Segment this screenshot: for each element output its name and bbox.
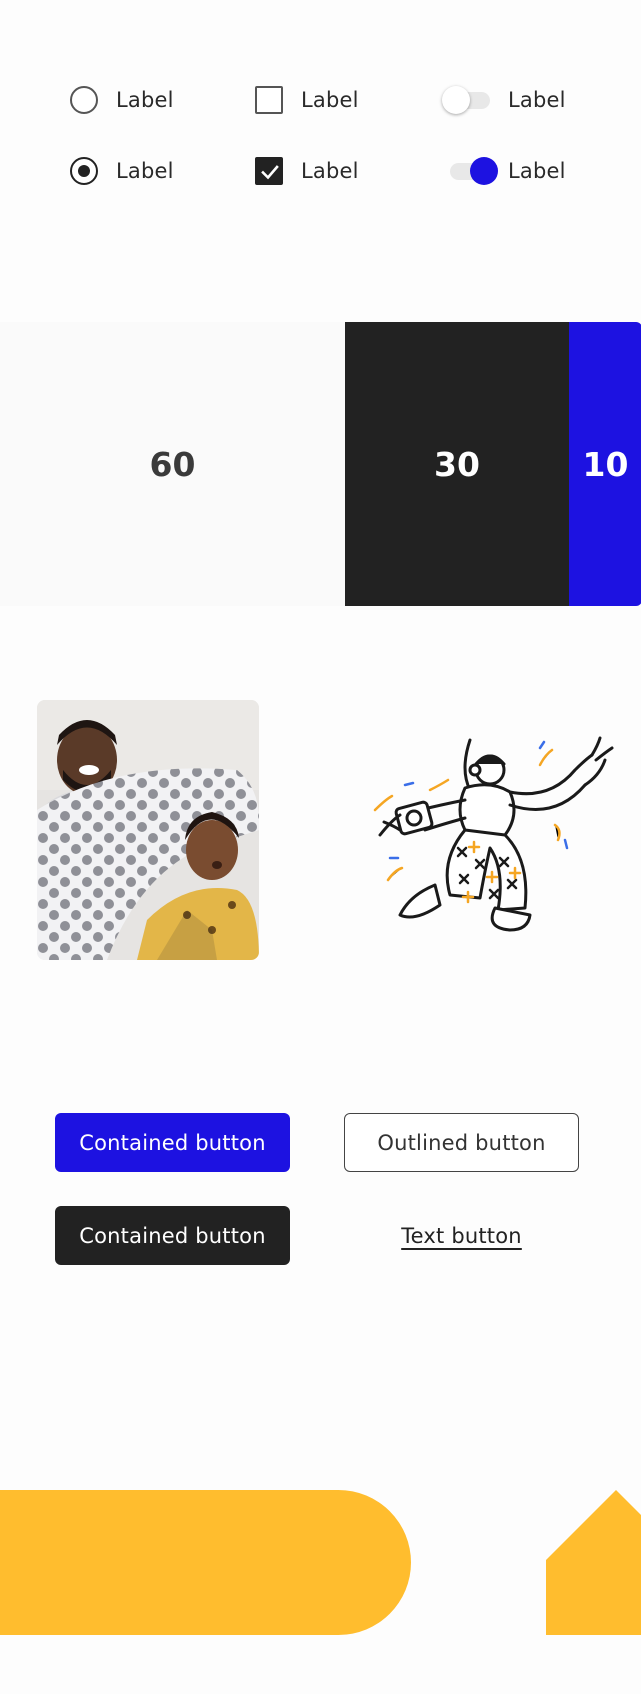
checkbox-unchecked[interactable]: Label: [255, 85, 359, 115]
radio-on-icon[interactable]: [70, 157, 98, 185]
toggle-on[interactable]: Label: [446, 156, 566, 186]
ratio-accent-block: 10: [569, 322, 641, 606]
radio-off-icon[interactable]: [70, 86, 98, 114]
ratio-primary-block: 60: [0, 322, 345, 606]
toggle-off-switch[interactable]: [442, 86, 494, 114]
checkmark-icon: [261, 165, 279, 180]
ratio-secondary-value: 30: [434, 444, 480, 484]
checkbox-off-label: Label: [301, 88, 359, 112]
text-button[interactable]: Text button: [344, 1206, 579, 1265]
ratio-accent-value: 10: [582, 444, 629, 484]
checkbox-on-label: Label: [301, 159, 359, 183]
toggle-off[interactable]: Label: [442, 85, 566, 115]
checkbox-on-icon[interactable]: [255, 157, 283, 185]
toggle-on-switch[interactable]: [446, 157, 498, 185]
radio-unselected[interactable]: Label: [70, 85, 174, 115]
toggle-off-label: Label: [508, 88, 566, 112]
illustration-image: [373, 736, 614, 932]
checkbox-off-icon[interactable]: [255, 86, 283, 114]
yellow-house-shape: [546, 1490, 641, 1635]
radio-off-label: Label: [116, 88, 174, 112]
ratio-secondary-block: 30: [345, 322, 569, 606]
dancing-person-illustration: [370, 730, 620, 940]
yellow-pill-shape: [0, 1490, 411, 1635]
photo-image: [37, 700, 259, 960]
contained-primary-button[interactable]: Contained button: [55, 1113, 290, 1172]
family-photo: [37, 700, 259, 960]
radio-selected[interactable]: Label: [70, 156, 174, 186]
toggle-on-label: Label: [508, 159, 566, 183]
checkbox-checked[interactable]: Label: [255, 156, 359, 186]
radio-on-label: Label: [116, 159, 174, 183]
ratio-primary-value: 60: [149, 444, 196, 484]
contained-dark-button[interactable]: Contained button: [55, 1206, 290, 1265]
outlined-button[interactable]: Outlined button: [344, 1113, 579, 1172]
house-shape-icon: [546, 1490, 641, 1635]
